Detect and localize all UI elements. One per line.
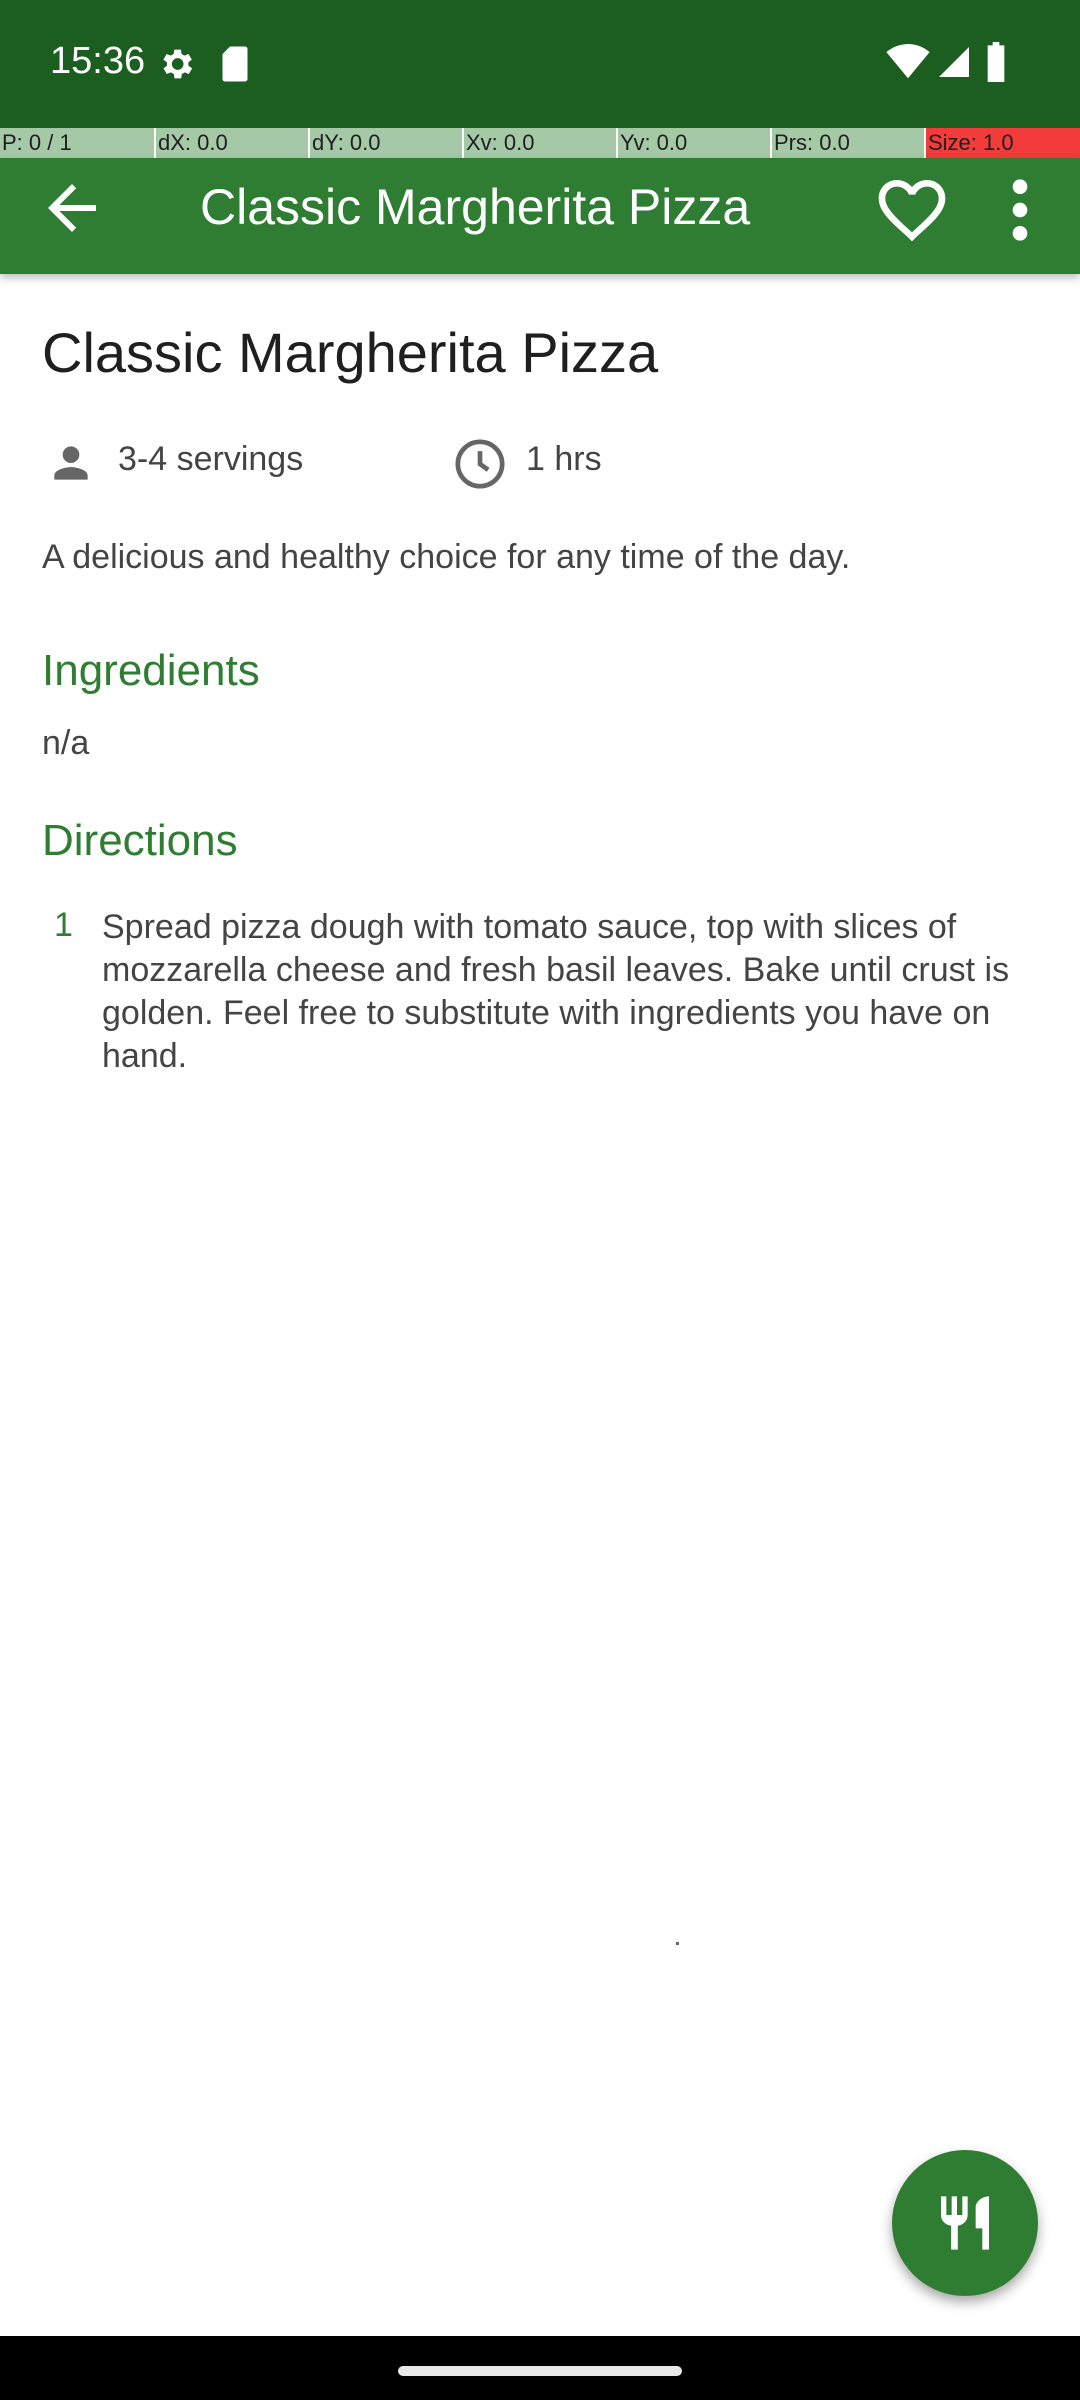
pointer-debug-bar: P: 0 / 1 dX: 0.0 dY: 0.0 Xv: 0.0 Yv: 0.0… [0, 128, 1080, 158]
back-arrow-icon[interactable] [36, 172, 108, 244]
heart-outline-icon[interactable] [872, 170, 952, 250]
debug-dy: dY: 0.0 [308, 128, 462, 158]
gear-icon [163, 49, 193, 79]
clock-icon [455, 439, 505, 489]
battery-icon [987, 42, 1005, 82]
recipe-description: A delicious and healthy choice for any t… [42, 538, 851, 576]
wifi-icon [886, 44, 930, 79]
decorative-dot [676, 1942, 679, 1945]
step-text: Spread pizza dough with tomato sauce, to… [102, 908, 1010, 1075]
debug-pointer: P: 0 / 1 [0, 128, 154, 158]
signal-icon [939, 47, 969, 77]
status-time: 15:36 [50, 40, 146, 82]
ingredients-list: n/a [42, 724, 90, 762]
debug-dx: dX: 0.0 [154, 128, 308, 158]
ingredients-heading: Ingredients [42, 646, 260, 695]
debug-size: Size: 1.0 [924, 128, 1080, 158]
utensils-icon [941, 2196, 989, 2250]
recipe-title: Classic Margherita Pizza [42, 321, 659, 384]
debug-xv: Xv: 0.0 [462, 128, 616, 158]
home-gesture-handle[interactable] [398, 2366, 682, 2376]
recipe-meta-row: 3-4 servings 1 hrs [42, 434, 1042, 494]
debug-yv: Yv: 0.0 [616, 128, 770, 158]
cook-mode-fab[interactable] [892, 2150, 1038, 2296]
person-icon [54, 446, 88, 480]
app-bar: Classic Margherita Pizza [0, 158, 1080, 274]
sd-card-icon [222, 46, 248, 82]
step-number: 1 [54, 906, 73, 944]
servings-label: 3-4 servings [118, 440, 304, 478]
more-vert-icon[interactable] [990, 170, 1050, 250]
directions-heading: Directions [42, 816, 238, 865]
status-bar: 15:36 [0, 0, 1080, 128]
cook-time-label: 1 hrs [526, 440, 602, 478]
debug-prs: Prs: 0.0 [770, 128, 924, 158]
app-bar-title: Classic Margherita Pizza [200, 179, 751, 235]
